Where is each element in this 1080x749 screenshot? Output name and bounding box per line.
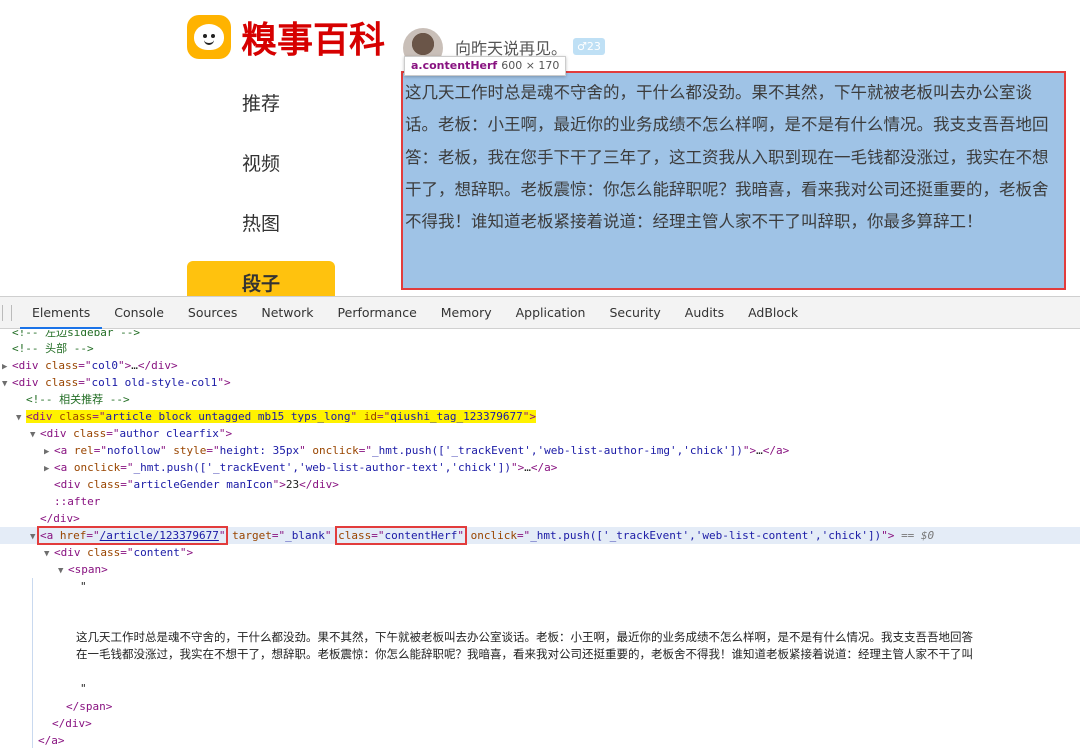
dom-node[interactable]: <div class="articleGender manIcon">23</d… [54,476,339,493]
dom-node[interactable]: </span> [66,698,112,715]
tab-security[interactable]: Security [597,297,672,329]
smiley-logo-icon [187,15,231,59]
expand-triangle-icon[interactable]: ▶ [44,461,54,478]
tab-sources[interactable]: Sources [176,297,249,329]
article-content-text: 这几天工作时总是魂不守舍的，干什么都没劲。果不其然，下午就被老板叫去办公室谈话。… [405,83,1049,232]
toolbar-separator [11,304,12,321]
collapse-triangle-icon[interactable]: ▼ [44,546,54,563]
dom-node[interactable]: ▼ <div class="author clearfix"> [30,425,232,442]
devtools-panel: Elements Console Sources Network Perform… [0,296,1080,749]
dom-node[interactable]: ▼ <span> [58,561,108,578]
dom-node[interactable]: </div> [52,715,92,732]
tab-elements[interactable]: Elements [20,297,103,329]
webpage-view: 糗事百科 推荐 视频 热图 段子 向昨天说再见。 ♂23 这几天工作时总是魂不守… [0,0,1080,296]
nav-item-pictures[interactable]: 热图 [187,201,335,247]
dom-node[interactable]: <!-- 头部 --> [12,340,94,357]
tab-adblock[interactable]: AdBlock [736,297,810,329]
indent-guide [32,578,33,748]
tab-audits[interactable]: Audits [673,297,736,329]
dom-tree: <!-- 左边sidebar --> <!-- 头部 --> ▶ <div cla… [0,330,1080,749]
collapse-triangle-icon[interactable]: ▼ [30,529,40,546]
dom-node[interactable]: ::after [54,493,100,510]
href-link[interactable]: /article/123379677 [100,529,219,542]
toolbar-separator [2,304,3,321]
tab-network[interactable]: Network [249,297,325,329]
gender-age-badge: ♂23 [573,38,605,55]
tooltip-selector: a.contentHerf [411,59,498,72]
selected-dom-node[interactable]: ▼ <a href="/article/123379677" target="_b… [0,526,1080,546]
devtools-tab-bar: Elements Console Sources Network Perform… [0,297,1080,329]
dom-node[interactable]: </a> [38,732,65,749]
tab-memory[interactable]: Memory [429,297,504,329]
collapse-triangle-icon[interactable]: ▼ [58,563,68,580]
nav-item-recommend[interactable]: 推荐 [187,81,335,127]
site-logo[interactable]: 糗事百科 [187,12,385,62]
nav-item-jokes[interactable]: 段子 [187,261,335,296]
logo-text: 糗事百科 [241,20,386,61]
tab-performance[interactable]: Performance [326,297,429,329]
dom-node[interactable]: ▼ <div class="col1 old-style-col1"> [2,374,231,391]
dom-node[interactable]: <!-- 相关推荐 --> [26,391,130,408]
dom-node[interactable]: ▶ <div class="col0">…</div> [2,357,178,374]
text-node-line-2: 在一毛钱都没涨过，我实在不想干了，想辞职。老板震惊：你怎么能辞职呢？我暗喜，看来… [76,647,973,661]
tab-console[interactable]: Console [102,297,176,329]
collapse-triangle-icon[interactable]: ▼ [16,410,26,427]
collapse-triangle-icon[interactable]: ▼ [30,427,40,444]
collapse-triangle-icon[interactable]: ▼ [2,376,12,393]
dom-node[interactable]: ▼ <div class="content"> [44,544,193,561]
dom-node[interactable]: </div> [40,510,80,527]
text-node-line-1: 这几天工作时总是魂不守舍的，干什么都没劲。果不其然，下午就被老板叫去办公室谈话。… [76,630,973,644]
dom-node[interactable]: ▼ <div class="article block untagged mb15… [16,408,536,425]
text-node-quote: " [80,580,87,593]
content-link-highlight[interactable]: 这几天工作时总是魂不守舍的，干什么都没劲。果不其然，下午就被老板叫去办公室谈话。… [401,71,1066,290]
inspect-tooltip: a.contentHerf 600 × 170 [404,56,567,76]
tooltip-size: 600 × 170 [501,59,560,72]
nav-item-video[interactable]: 视频 [187,141,335,187]
text-node-quote: " [80,682,87,695]
dom-node[interactable]: ▶ <a rel="nofollow" style="height: 35px" … [44,442,789,459]
dom-node[interactable]: ▶ <a onclick="_hmt.push(['_trackEvent','w… [44,459,557,476]
tab-application[interactable]: Application [504,297,598,329]
